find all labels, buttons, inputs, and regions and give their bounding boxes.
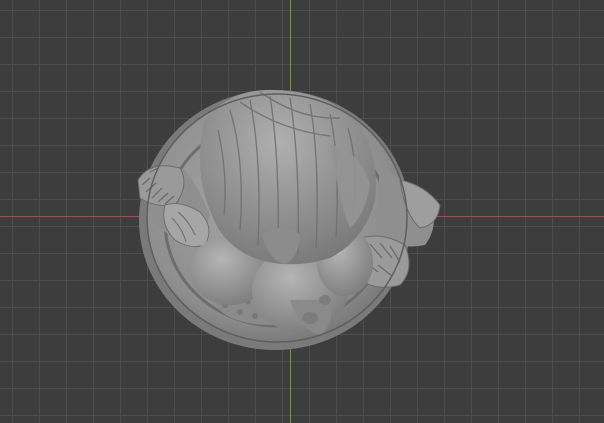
3d-viewport[interactable] bbox=[0, 0, 604, 423]
model-hair bbox=[200, 89, 376, 265]
sculpted-model[interactable] bbox=[0, 0, 604, 423]
